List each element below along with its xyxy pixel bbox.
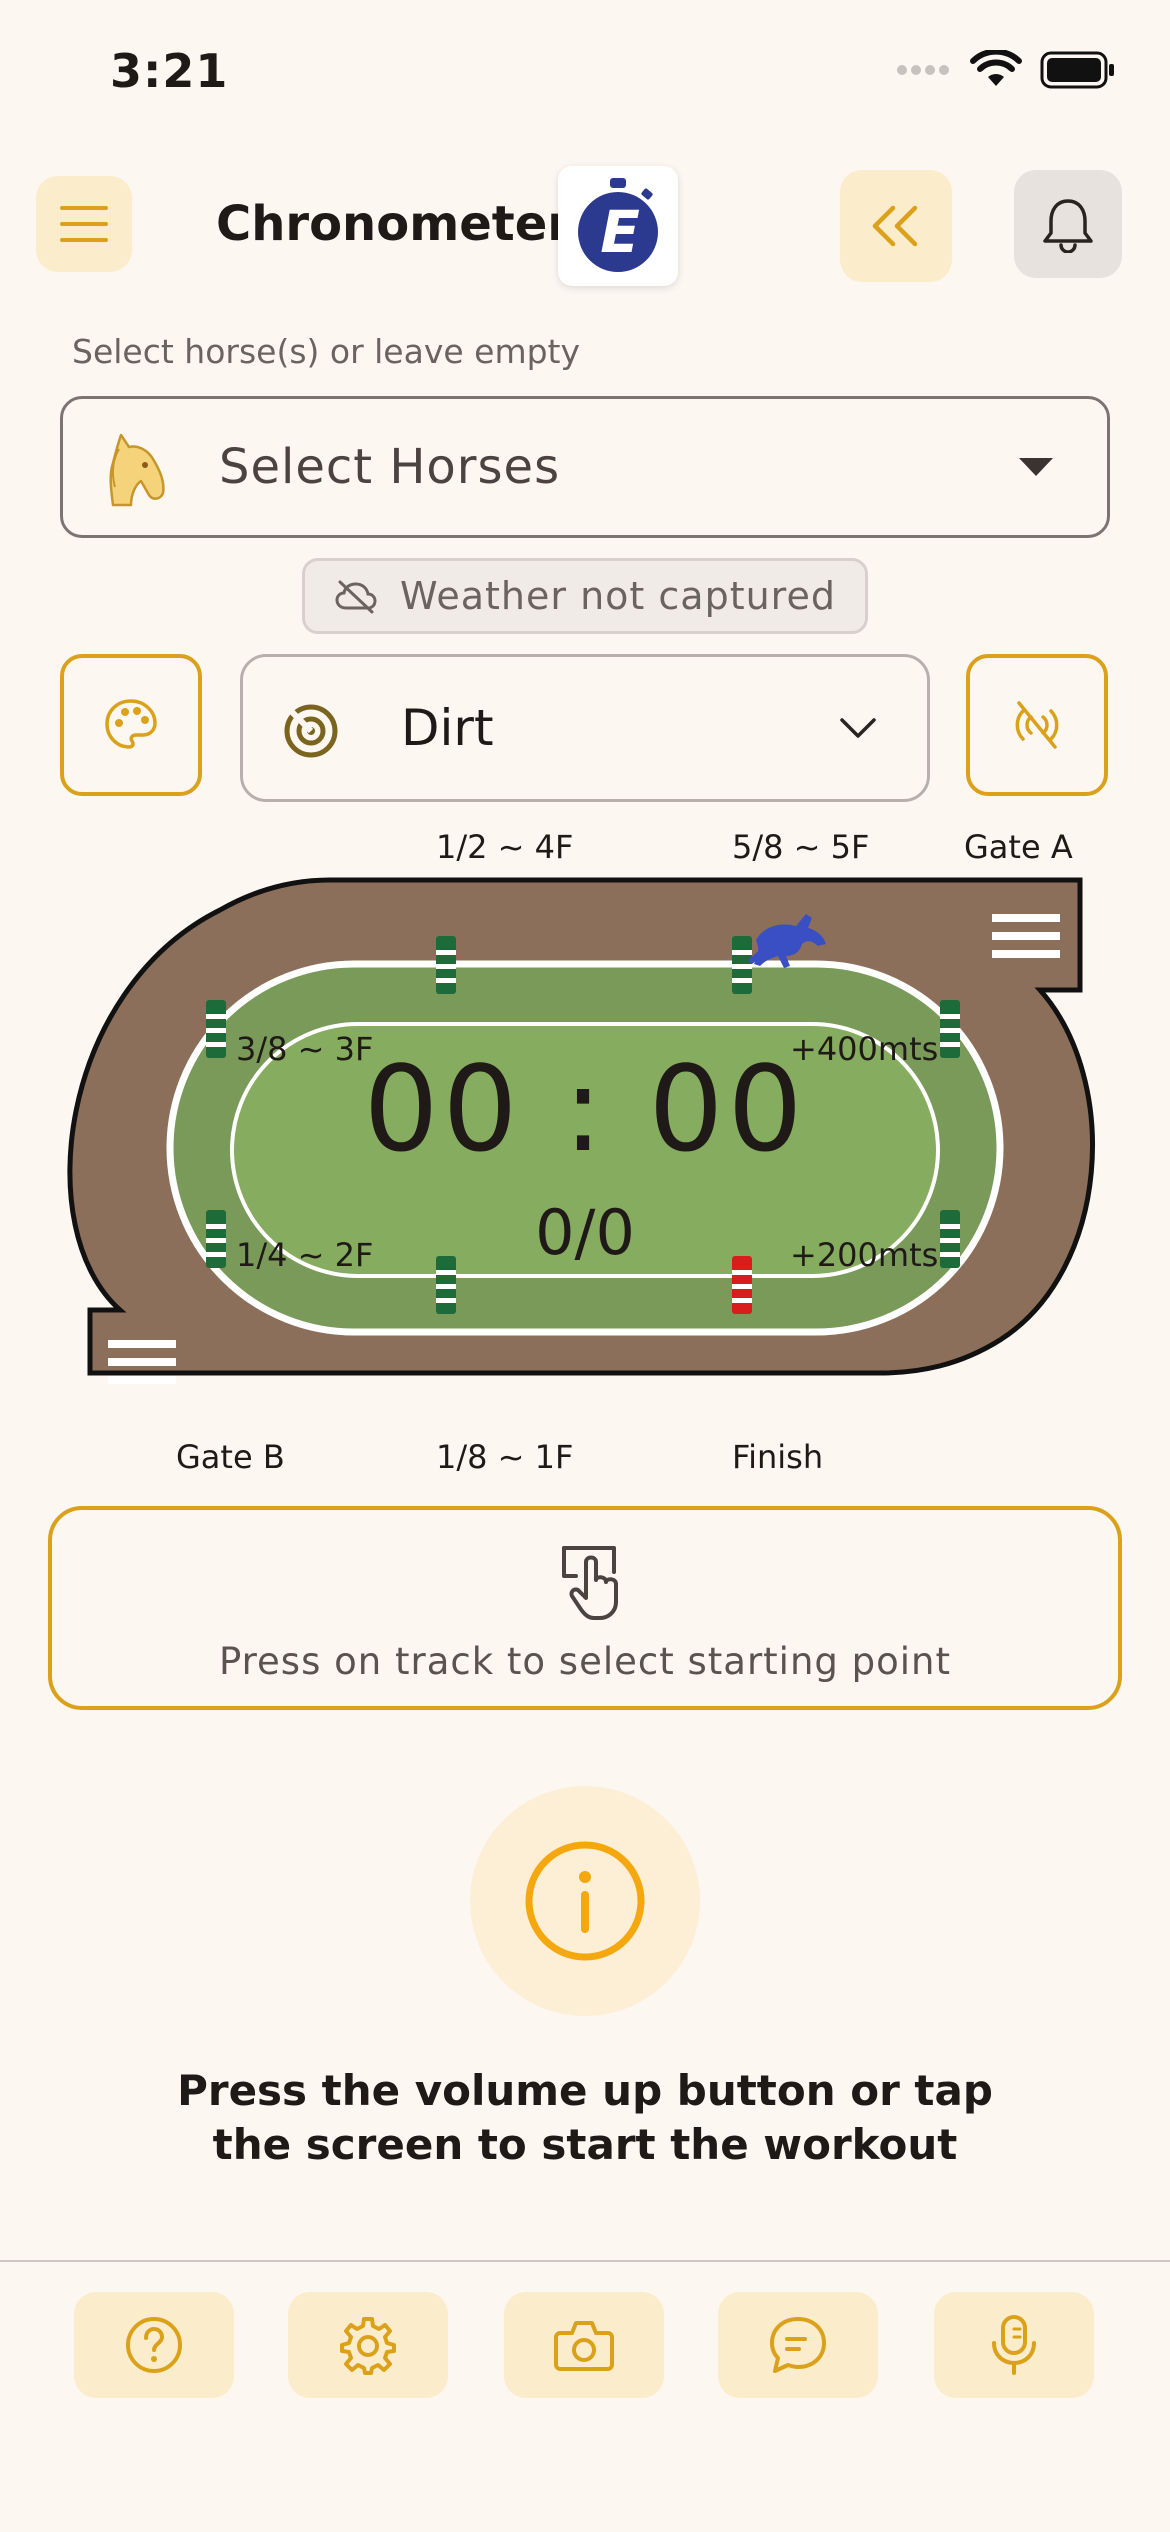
broadcast-toggle-button[interactable] — [966, 654, 1108, 796]
help-button[interactable] — [74, 2292, 234, 2398]
microphone-icon — [992, 2315, 1036, 2375]
wifi-icon — [970, 50, 1022, 86]
gate-a-marker — [992, 914, 1060, 958]
microphone-button[interactable] — [934, 2292, 1094, 2398]
status-time: 3:21 — [110, 44, 229, 98]
stopwatch-logo-icon: E — [578, 178, 658, 272]
weather-status-text: Weather not captured — [400, 574, 836, 618]
palette-icon — [105, 699, 157, 749]
surface-value: Dirt — [401, 699, 494, 757]
horse-select-dropdown[interactable]: Select Horses — [60, 396, 1110, 538]
label-five-eighths: 5/8 ~ 5F — [732, 828, 870, 866]
bell-icon — [1043, 199, 1093, 253]
chat-icon — [770, 2317, 826, 2373]
lap-count: 0/0 — [535, 1196, 635, 1269]
settings-button[interactable] — [288, 2292, 448, 2398]
radar-icon — [284, 704, 338, 758]
caret-down-icon — [1019, 458, 1053, 476]
label-gate-b: Gate B — [176, 1438, 285, 1476]
tap-gesture-icon — [562, 1546, 618, 1620]
broadcast-off-icon — [1015, 701, 1059, 749]
cellular-signal-icon — [897, 65, 949, 75]
cta-line-2: the screen to start the workout — [212, 2120, 958, 2169]
label-eighth: 1/8 ~ 1F — [436, 1438, 574, 1476]
bottom-divider — [0, 2260, 1170, 2262]
gear-icon — [340, 2317, 396, 2375]
camera-icon — [554, 2321, 614, 2371]
cta-line-1: Press the volume up button or tap — [177, 2066, 993, 2115]
page-title: Chronometer — [216, 196, 571, 252]
gate-b-marker — [108, 1340, 176, 1384]
pole-five-eighths — [732, 936, 752, 994]
app-logo: E — [558, 166, 678, 286]
camera-button[interactable] — [504, 2292, 664, 2398]
timer-display: 00 : 00 — [363, 1040, 807, 1178]
status-icons — [896, 50, 1116, 90]
horse-select-placeholder: Select Horses — [219, 439, 561, 495]
chat-button[interactable] — [718, 2292, 878, 2398]
track-color-button[interactable] — [60, 654, 202, 796]
horse-select-hint: Select horse(s) or leave empty — [72, 332, 581, 371]
info-icon — [525, 1841, 645, 1961]
label-gate-a: Gate A — [964, 828, 1073, 866]
info-indicator — [470, 1786, 700, 2016]
hamburger-icon — [60, 206, 108, 242]
cloud-off-icon — [335, 580, 377, 614]
logo-letter: E — [600, 198, 640, 266]
double-chevron-left-icon — [872, 205, 918, 247]
pole-half — [436, 936, 456, 994]
horse-head-icon — [109, 433, 165, 507]
start-point-text: Press on track to select starting point — [218, 1640, 952, 1683]
menu-button[interactable] — [36, 176, 132, 272]
chevron-down-icon — [840, 718, 876, 738]
notifications-button[interactable] — [1014, 170, 1122, 278]
collapse-button[interactable] — [840, 170, 952, 282]
help-icon — [126, 2317, 182, 2373]
start-point-prompt[interactable]: Press on track to select starting point — [48, 1506, 1122, 1710]
battery-icon — [1040, 51, 1114, 89]
weather-status-chip: Weather not captured — [302, 558, 868, 634]
label-half-mile: 1/2 ~ 4F — [436, 828, 574, 866]
start-workout-instructions: Press the volume up button or tap the sc… — [0, 2064, 1170, 2172]
label-finish: Finish — [732, 1438, 824, 1476]
surface-select-dropdown[interactable]: Dirt — [240, 654, 930, 802]
